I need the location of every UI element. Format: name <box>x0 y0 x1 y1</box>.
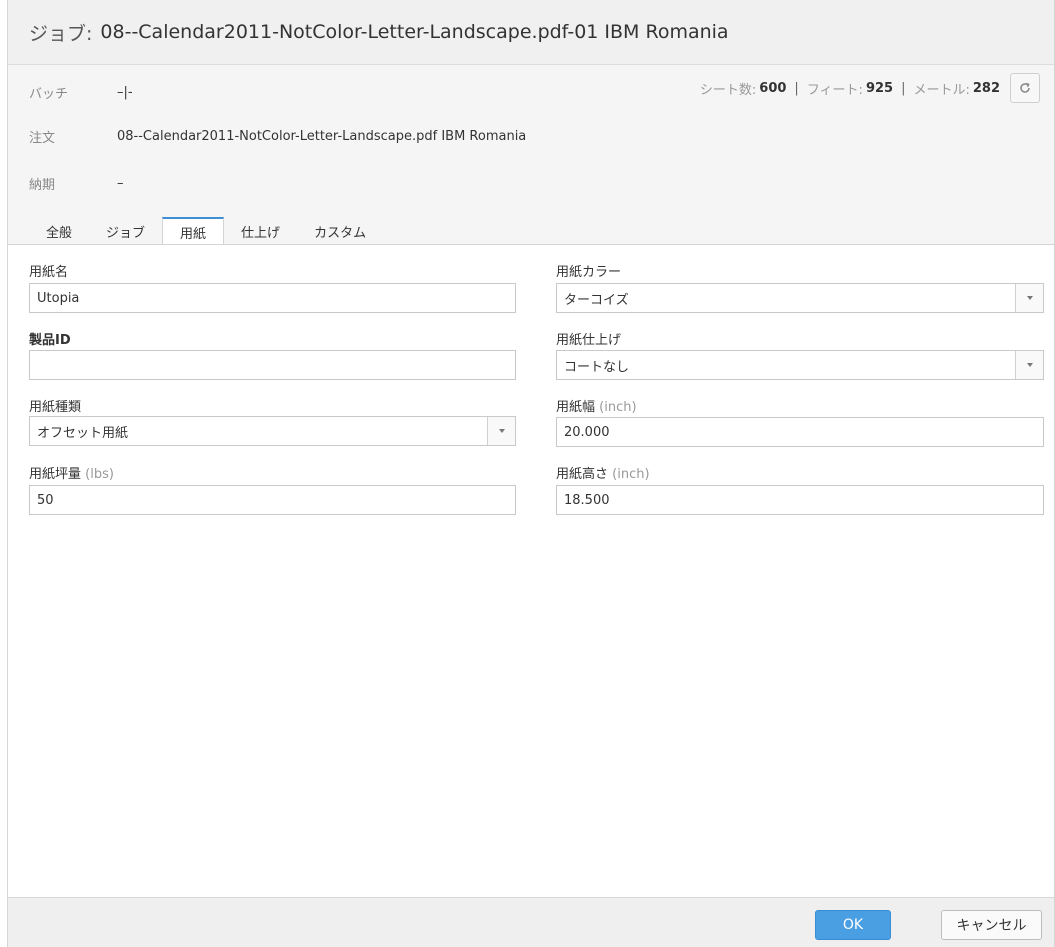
stats-separator: | <box>901 80 906 96</box>
chevron-down-icon <box>1026 363 1033 367</box>
paper-type-label: 用紙種類 <box>29 400 82 415</box>
paper-finish-label: 用紙仕上げ <box>556 333 622 348</box>
feet-value: 925 <box>865 80 894 96</box>
job-name: 08--Calendar2011-NotColor-Letter-Landsca… <box>100 21 729 43</box>
job-dialog: ジョブ: 08--Calendar2011-NotColor-Letter-La… <box>7 0 1055 947</box>
paper-type-select[interactable]: オフセット用紙 <box>29 416 516 446</box>
tab-custom[interactable]: カスタム <box>297 217 383 245</box>
tab-general[interactable]: 全般 <box>29 217 89 245</box>
paper-height-unit: (inch) <box>612 467 650 482</box>
paper-type-value: オフセット用紙 <box>37 425 129 441</box>
paper-height-label: 用紙高さ (inch) <box>556 463 650 482</box>
refresh-icon <box>1020 82 1030 93</box>
cancel-button[interactable]: キャンセル <box>941 910 1042 940</box>
refresh-button[interactable] <box>1010 73 1040 103</box>
batch-row: バッチ –|- <box>29 83 133 102</box>
chevron-down-icon <box>498 429 505 433</box>
paper-weight-label: 用紙坪量 (lbs) <box>29 463 114 482</box>
paper-weight-unit: (lbs) <box>85 467 114 482</box>
tab-job[interactable]: ジョブ <box>89 217 162 245</box>
paper-name-label: 用紙名 <box>29 265 69 280</box>
paper-height-input[interactable]: 18.500 <box>556 485 1044 515</box>
paper-form: 用紙名 Utopia 製品ID 用紙種類 オフセット用紙 用紙坪量 (lbs) … <box>8 245 1054 897</box>
chevron-down-icon <box>1026 296 1033 300</box>
paper-color-value: ターコイズ <box>564 292 629 308</box>
paper-color-dropdown-button[interactable] <box>1015 284 1043 312</box>
due-value: – <box>117 176 124 191</box>
tab-bar: 全般 ジョブ 用紙 仕上げ カスタム <box>29 217 383 246</box>
paper-finish-dropdown-button[interactable] <box>1015 351 1043 379</box>
paper-width-label-text: 用紙幅 <box>556 400 596 415</box>
paper-weight-value: 50 <box>37 492 54 508</box>
dialog-footer: OK キャンセル <box>8 897 1054 947</box>
paper-name-input[interactable]: Utopia <box>29 283 516 313</box>
title-prefix: ジョブ: <box>29 22 93 45</box>
ok-button[interactable]: OK <box>815 910 891 940</box>
batch-value: –|- <box>117 85 133 100</box>
product-id-label-text: 製品ID <box>29 333 71 348</box>
meters-label: メートル: <box>913 82 970 98</box>
paper-color-label: 用紙カラー <box>556 265 622 280</box>
paper-width-input[interactable]: 20.000 <box>556 417 1044 447</box>
batch-label: バッチ <box>29 87 69 102</box>
paper-width-value: 20.000 <box>564 424 610 440</box>
meters-value: 282 <box>972 80 1000 96</box>
paper-height-value: 18.500 <box>564 492 610 508</box>
paper-finish-select[interactable]: コートなし <box>556 350 1044 380</box>
order-row: 注文 08--Calendar2011-NotColor-Letter-Land… <box>29 127 526 146</box>
paper-weight-label-text: 用紙坪量 <box>29 467 82 482</box>
tab-paper[interactable]: 用紙 <box>162 217 225 246</box>
order-label: 注文 <box>29 131 56 146</box>
paper-name-value: Utopia <box>37 290 80 306</box>
product-id-input[interactable] <box>29 350 516 380</box>
tab-finishing[interactable]: 仕上げ <box>224 217 297 245</box>
stats-separator: | <box>794 80 799 96</box>
dialog-title: ジョブ: 08--Calendar2011-NotColor-Letter-La… <box>8 0 1054 65</box>
paper-color-select[interactable]: ターコイズ <box>556 283 1044 313</box>
sheets-value: 600 <box>759 80 787 96</box>
paper-finish-value: コートなし <box>564 359 630 375</box>
order-value: 08--Calendar2011-NotColor-Letter-Landsca… <box>117 129 527 144</box>
due-row: 納期 – <box>29 174 124 193</box>
job-stats: シート数: 600 | フィート: 925 | メートル: 282 <box>700 77 1000 99</box>
paper-height-label-text: 用紙高さ <box>556 467 609 482</box>
paper-width-label: 用紙幅 (inch) <box>556 396 637 415</box>
paper-weight-input[interactable]: 50 <box>29 485 516 515</box>
feet-label: フィート: <box>806 82 863 98</box>
paper-type-dropdown-button[interactable] <box>487 417 515 445</box>
product-id-label: 製品ID <box>29 329 71 348</box>
paper-width-unit: (inch) <box>599 400 637 415</box>
due-label: 納期 <box>29 178 56 193</box>
sheets-label: シート数: <box>699 82 757 98</box>
